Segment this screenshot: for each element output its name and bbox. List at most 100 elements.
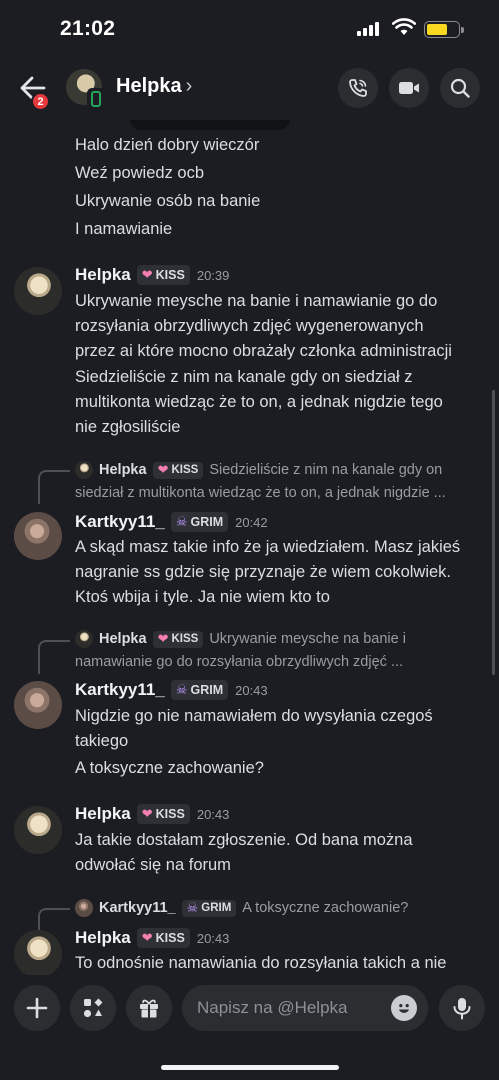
plus-icon: [26, 997, 48, 1019]
emoji-icon[interactable]: [391, 995, 417, 1021]
phone-call-icon: [349, 79, 367, 97]
gift-icon: [140, 999, 158, 1018]
reply-spine: [38, 640, 70, 674]
heart-icon: ❤: [141, 930, 153, 945]
reply-preview[interactable]: Helpka ❤ KISS Ukrywanie meysche na banie …: [75, 630, 406, 648]
jump-to-present-pill[interactable]: [130, 120, 290, 130]
message-text: Ukrywanie osób na banie: [75, 192, 261, 210]
message-input-placeholder: Napisz na @Helpka: [197, 998, 348, 1017]
chat-header: 2 Helpka ›: [0, 56, 499, 120]
wifi-icon: [392, 18, 416, 35]
avatar[interactable]: [14, 512, 62, 560]
message-author[interactable]: Kartkyy11_: [75, 512, 165, 532]
message-author[interactable]: Helpka: [75, 804, 131, 824]
message-header: Kartkyy11_ ☠ GRIM 20:42: [75, 511, 268, 533]
guild-tag[interactable]: ☠ GRIM: [170, 680, 229, 700]
message-text: nagranie ss gdzie się przyznaje że wiem …: [75, 563, 452, 581]
message-text: Halo dzień dobry wieczór: [75, 136, 260, 154]
guild-tag: ❤ KISS: [152, 461, 204, 479]
message-author[interactable]: Helpka: [75, 265, 131, 285]
message-time: 20:42: [235, 514, 268, 530]
attach-button[interactable]: [14, 985, 60, 1031]
video-call-icon: [399, 82, 419, 94]
message-text: przez ai które mocno obrażały członka ad…: [75, 342, 452, 360]
message-list[interactable]: Halo dzień dobry wieczór Weź powiedz ocb…: [0, 120, 499, 975]
guild-tag-label: GRIM: [190, 683, 224, 697]
message-text: Ktoś wbija i tyle. Ja nie wiem kto to: [75, 588, 330, 606]
reply-text: siedział z multikonta wiedząc że to on, …: [75, 485, 446, 501]
search-button[interactable]: [440, 68, 480, 108]
message-text: Nigdzie go nie namawiałem do wysyłania c…: [75, 707, 433, 725]
guild-tag[interactable]: ❤ KISS: [136, 928, 190, 948]
message-text: A toksyczne zachowanie?: [75, 759, 264, 777]
guild-tag-label: GRIM: [201, 902, 232, 914]
message-text: Weź powiedz ocb: [75, 164, 205, 182]
reply-preview[interactable]: Kartkyy11_ ☠ GRIM A toksyczne zachowanie?: [75, 899, 408, 917]
message-text: To odnośnie namawiania do rozsyłania tak…: [75, 954, 447, 972]
message-text: multikonta wiedząc że to on, a jednak ni…: [75, 393, 443, 411]
status-bar: 21:02: [0, 0, 499, 56]
voice-message-button[interactable]: [439, 985, 485, 1031]
apps-icon: [83, 998, 103, 1018]
video-call-button[interactable]: [389, 68, 429, 108]
reply-author: Helpka: [99, 462, 147, 478]
guild-tag[interactable]: ❤ KISS: [136, 265, 190, 285]
apps-button[interactable]: [70, 985, 116, 1031]
message-time: 20:39: [196, 267, 230, 283]
guild-tag-label: KISS: [171, 464, 199, 476]
message-header: Kartkyy11_ ☠ GRIM 20:43: [75, 679, 268, 701]
reply-text: namawianie go do rozsyłania obrzydliwych…: [75, 654, 404, 670]
skull-icon: ☠: [186, 900, 199, 915]
guild-tag-label: KISS: [155, 931, 185, 945]
voice-call-button[interactable]: [338, 68, 378, 108]
microphone-icon: [453, 998, 471, 1020]
avatar: [75, 461, 93, 479]
guild-tag-label: KISS: [171, 633, 199, 645]
guild-tag: ❤ KISS: [152, 630, 204, 648]
guild-tag[interactable]: ❤ KISS: [136, 804, 190, 824]
message-text: Ukrywanie meysche na banie i namawianie …: [75, 292, 438, 310]
message-header: Helpka ❤ KISS 20:43: [75, 927, 229, 949]
heart-icon: ❤: [141, 806, 153, 821]
message-text: takiego: [75, 732, 129, 750]
status-time: 21:02: [60, 17, 116, 40]
guild-tag: ☠ GRIM: [181, 899, 237, 917]
avatar[interactable]: [14, 806, 62, 854]
message-header: Helpka ❤ KISS 20:43: [75, 803, 229, 825]
reply-text: Siedzieliście z nim na kanale gdy on: [209, 462, 443, 478]
avatar[interactable]: [14, 930, 62, 975]
message-header: Helpka ❤ KISS 20:39: [75, 264, 229, 286]
guild-tag-label: GRIM: [190, 515, 224, 529]
guild-tag[interactable]: ☠ GRIM: [170, 512, 229, 532]
heart-icon: ❤: [141, 267, 153, 282]
reply-text: A toksyczne zachowanie?: [242, 900, 409, 916]
avatar: [75, 630, 93, 648]
skull-icon: ☠: [175, 682, 188, 697]
reply-author: Kartkyy11_: [99, 900, 176, 916]
reply-author: Helpka: [99, 631, 147, 647]
channel-name-label: Helpka: [116, 75, 182, 97]
guild-tag-label: KISS: [155, 268, 185, 282]
reply-text: Ukrywanie meysche na banie i: [209, 631, 406, 647]
message-text: odwołać się na forum: [75, 856, 231, 874]
message-text: rozsyłania obrzydliwych zdjęć wygenerowa…: [75, 317, 424, 335]
home-indicator[interactable]: [161, 1065, 339, 1070]
message-text: I namawianie: [75, 220, 173, 238]
guild-tag-label: KISS: [155, 807, 185, 821]
avatar: [75, 899, 93, 917]
avatar[interactable]: [14, 267, 62, 315]
message-author[interactable]: Helpka: [75, 928, 131, 948]
search-icon: [450, 78, 470, 98]
device-icon: [87, 88, 105, 109]
message-text: nie zgłosiliście: [75, 418, 181, 436]
avatar[interactable]: [14, 681, 62, 729]
heart-icon: ❤: [157, 631, 169, 646]
channel-name[interactable]: Helpka ›: [116, 75, 192, 98]
message-text: A skąd masz takie info że ja wiedziałem.…: [75, 538, 461, 556]
skull-icon: ☠: [175, 514, 188, 529]
reply-preview[interactable]: Helpka ❤ KISS Siedzieliście z nim na kana…: [75, 461, 442, 479]
message-author[interactable]: Kartkyy11_: [75, 680, 165, 700]
gift-button[interactable]: [126, 985, 172, 1031]
message-time: 20:43: [196, 930, 230, 946]
signal-icon: [357, 22, 379, 36]
